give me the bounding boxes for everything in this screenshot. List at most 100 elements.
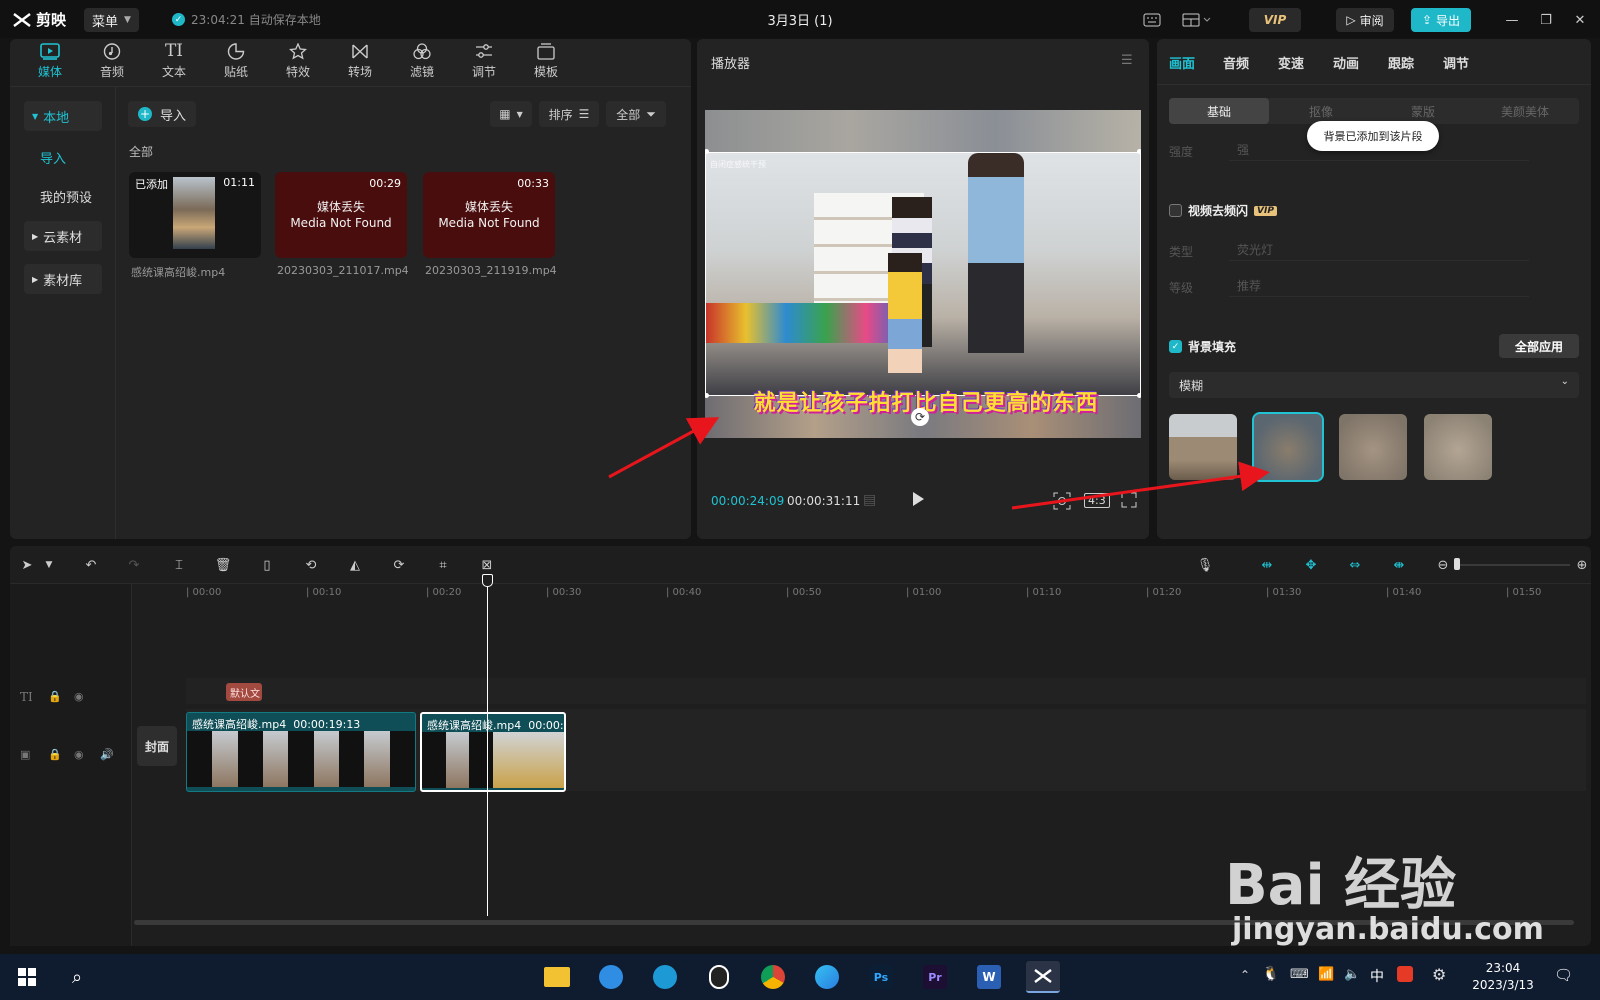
file-explorer-icon[interactable] [540, 961, 574, 993]
subtab-basic[interactable]: 基础 [1169, 98, 1269, 124]
layout-icon[interactable] [1178, 8, 1216, 32]
premiere-icon[interactable]: Pr [918, 961, 952, 993]
delete-icon[interactable]: 🗑 [212, 554, 234, 576]
crop-icon[interactable]: ⌗ [432, 554, 454, 576]
minimize-icon[interactable]: — [1500, 8, 1524, 32]
photoshop-icon[interactable]: Ps [864, 961, 898, 993]
menu-button[interactable]: 菜单 ▼ [84, 8, 139, 32]
redo-icon[interactable]: ↷ [123, 554, 145, 576]
text-clip[interactable]: 默认文 [226, 683, 262, 701]
zoom-out-icon[interactable]: ⊖ [1432, 554, 1454, 576]
linkage-icon[interactable]: ⇔ [1344, 554, 1366, 576]
microphone-icon[interactable]: 🎙 [1194, 554, 1216, 576]
review-button[interactable]: ▷ 审阅 [1336, 8, 1394, 32]
volume-icon[interactable]: 🔈 [1344, 967, 1360, 982]
edge-icon[interactable] [648, 961, 682, 993]
rotate-icon[interactable]: ⟳ [388, 554, 410, 576]
zoom-in-icon[interactable]: ⊕ [1571, 554, 1593, 576]
fullscreen-icon[interactable] [1121, 492, 1137, 508]
sidebar-item-cloud[interactable]: ▶ 云素材 [24, 221, 102, 251]
capcut-taskbar-icon[interactable] [1026, 961, 1060, 993]
tool-template[interactable]: 模板 [520, 43, 572, 85]
select-cursor-icon[interactable]: ➤ [16, 554, 38, 576]
smart-crop-icon[interactable]: ⊠ [476, 554, 498, 576]
export-button[interactable]: ⇪ 导出 [1411, 8, 1471, 32]
sidebar-item-presets[interactable]: 我的预设 [24, 181, 102, 211]
mirror-icon[interactable]: ◭ [344, 554, 366, 576]
close-icon[interactable]: ✕ [1568, 8, 1592, 32]
playhead-handle[interactable] [482, 574, 493, 587]
vip-button[interactable]: VIP [1249, 8, 1301, 32]
tray-qq-icon[interactable]: 🐧 [1262, 966, 1279, 982]
sidebar-item-import[interactable]: 导入 [24, 142, 102, 172]
deflicker-checkbox[interactable]: 视频去频闪 VIP [1169, 202, 1277, 219]
tab-animation[interactable]: 动画 [1333, 53, 1359, 72]
apply-all-button[interactable]: 全部应用 [1499, 334, 1579, 358]
tool-transition[interactable]: 转场 [334, 43, 386, 85]
notification-icon[interactable]: 🗨 [1554, 966, 1573, 984]
main-track-magnet-icon[interactable]: ⇹ [1256, 554, 1278, 576]
chrome-icon[interactable] [756, 961, 790, 993]
qq-browser-icon[interactable] [594, 961, 628, 993]
eye-icon[interactable]: ◉ [74, 748, 84, 761]
ime-indicator[interactable]: 中 [1370, 966, 1384, 986]
tab-tracking[interactable]: 跟踪 [1388, 53, 1414, 72]
bgfill-checkbox[interactable]: ✓ 背景填充 [1169, 338, 1236, 355]
split-icon[interactable]: ⌶ [168, 554, 190, 576]
blur-option-heavy[interactable] [1424, 414, 1492, 480]
auto-snap-icon[interactable]: ✥ [1300, 554, 1322, 576]
aspect-ratio-button[interactable]: 4:3 [1084, 493, 1110, 508]
tool-media[interactable]: 媒体 [24, 43, 76, 85]
resize-handle[interactable] [1137, 393, 1141, 398]
sidebar-item-local[interactable]: ▼ 本地 [24, 101, 102, 131]
waveform-icon[interactable]: ▤ [863, 492, 876, 508]
wifi-icon[interactable]: 📶 [1318, 967, 1334, 982]
tool-effects[interactable]: 特效 [272, 43, 324, 85]
blur-option-none[interactable] [1169, 414, 1237, 480]
settings-gear-icon[interactable]: ⚙ [1432, 965, 1446, 984]
video-clip[interactable]: 感统课高绍峻.mp4 00:00:19:13 [186, 712, 416, 792]
tool-sticker[interactable]: 贴纸 [210, 43, 262, 85]
undo-icon[interactable]: ↶ [80, 554, 102, 576]
windows-start-icon[interactable] [10, 961, 44, 993]
play-icon[interactable] [911, 491, 925, 507]
media-clip-missing[interactable]: 00:33 媒体丢失 Media Not Found [423, 172, 555, 258]
edge-new-icon[interactable] [810, 961, 844, 993]
tray-device-icon[interactable]: ⌨ [1290, 967, 1309, 982]
fill-type-select[interactable]: 模糊 ⌄ [1169, 372, 1579, 398]
filter-button[interactable]: 全部 ⏷ [606, 101, 666, 127]
qq-icon[interactable] [702, 961, 736, 993]
speaker-icon[interactable]: 🔊 [100, 748, 114, 761]
search-icon[interactable]: ⌕ [60, 961, 94, 993]
restore-icon[interactable]: ❐ [1534, 8, 1558, 32]
lock-icon[interactable]: 🔒 [48, 748, 62, 761]
eye-icon[interactable]: ◉ [74, 690, 84, 703]
word-icon[interactable]: W [972, 961, 1006, 993]
tab-speed[interactable]: 变速 [1278, 53, 1304, 72]
tool-text[interactable]: TI 文本 [148, 43, 200, 85]
zoom-slider[interactable] [1458, 564, 1570, 566]
sidebar-item-library[interactable]: ▶ 素材库 [24, 264, 102, 294]
time-ruler[interactable]: | 00:00 | 00:10 | 00:20 | 00:30 | 00:40 | 00:… [186, 582, 1586, 604]
tool-filter[interactable]: 滤镜 [396, 43, 448, 85]
lock-icon[interactable]: 🔒 [48, 690, 62, 703]
media-clip[interactable]: 已添加 01:11 [129, 172, 261, 258]
import-button[interactable]: + 导入 [128, 101, 197, 127]
zoom-fit-icon[interactable] [1053, 492, 1071, 510]
blur-option-light[interactable] [1252, 412, 1324, 482]
keyboard-icon[interactable] [1140, 8, 1164, 32]
video-preview[interactable]: 自闭症感统干预 就是让孩子拍打比自己更高的东西 ⟳ [705, 110, 1141, 438]
tab-audio[interactable]: 音频 [1223, 53, 1249, 72]
freeze-icon[interactable]: ▯ [256, 554, 278, 576]
reverse-icon[interactable]: ⟲ [300, 554, 322, 576]
playhead[interactable] [487, 580, 488, 916]
rotate-handle-icon[interactable]: ⟳ [911, 408, 929, 426]
tray-chevron-icon[interactable]: ⌃ [1240, 968, 1250, 982]
sort-button[interactable]: 排序 ☰ [539, 101, 599, 127]
resize-handle[interactable] [1137, 149, 1141, 154]
tab-adjust[interactable]: 调节 [1443, 53, 1469, 72]
subtab-beauty[interactable]: 美颜美体 [1475, 98, 1575, 124]
zoom-slider-handle[interactable] [1454, 558, 1460, 570]
tool-audio[interactable]: 音频 [86, 43, 138, 85]
tab-picture[interactable]: 画面 [1169, 53, 1195, 72]
